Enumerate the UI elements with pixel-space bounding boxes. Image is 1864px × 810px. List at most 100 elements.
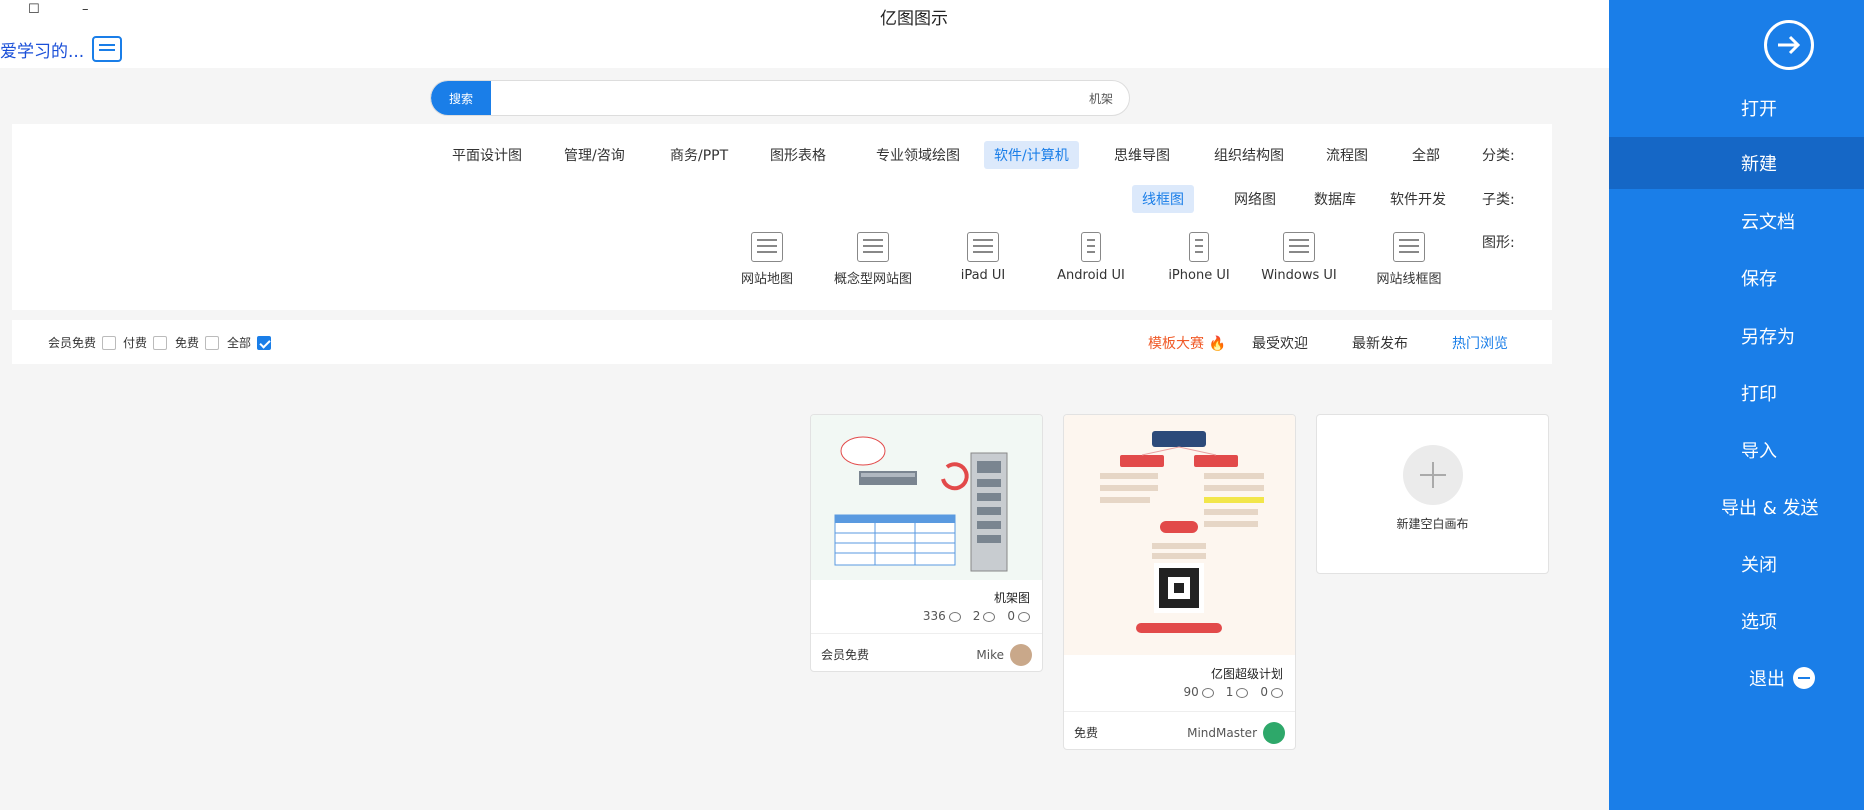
windows-ui-icon [1283, 232, 1315, 262]
filter-free-label: 免费 [175, 336, 200, 350]
shape-label-text: iPhone UI [1168, 268, 1230, 283]
sidebar-item-save-as[interactable]: 另存为 [1609, 310, 1864, 362]
filter-all[interactable]: 全部 [227, 334, 272, 351]
category-label: 分类: [1482, 148, 1515, 164]
minimize-button[interactable]: – [82, 2, 89, 17]
rack-diagram-preview-image [834, 436, 1008, 572]
sidebar-item-new[interactable]: 新建 [1609, 137, 1864, 189]
template-footer: MindMaster 免费 [1064, 711, 1295, 749]
search-button[interactable]: 搜索 [431, 81, 491, 115]
shape-label: 图形: [1482, 235, 1515, 251]
shape-concept-site[interactable]: 概念型网站图 [828, 232, 918, 287]
sidebar-item-print[interactable]: 打印 [1609, 367, 1864, 419]
shape-website-wireframe[interactable]: 网站线框图 [1364, 232, 1454, 287]
new-blank-canvas-card[interactable]: 新建空白画布 [1316, 414, 1549, 574]
shape-label-text: 网站线框图 [1376, 272, 1442, 287]
search-bar: 搜索 [430, 80, 1130, 116]
category-all[interactable]: 全部 [1402, 141, 1450, 169]
shape-windows-ui[interactable]: Windows UI [1254, 232, 1344, 283]
tab-contest-label: 模板大赛 [1148, 336, 1204, 352]
category-management[interactable]: 管理/咨询 [554, 141, 635, 169]
author-name: Mike [976, 648, 1004, 662]
iphone-icon [1189, 232, 1209, 262]
category-org-chart[interactable]: 组织结构图 [1204, 141, 1294, 169]
author-name: MindMaster [1187, 726, 1257, 740]
category-graphic-design[interactable]: 平面设计图 [442, 141, 532, 169]
author[interactable]: Mike [976, 644, 1032, 666]
filter-paid-checkbox[interactable] [153, 335, 168, 350]
avatar [1263, 722, 1285, 744]
filter-free[interactable]: 免费 [175, 334, 220, 351]
filter-member-free[interactable]: 会员免费 [48, 334, 117, 351]
sidebar: 打开 新建 云文档 保存 另存为 打印 导入 导出 & 发送 关闭 选项 退出 [1609, 0, 1864, 810]
subcategory-software-dev[interactable]: 软件开发 [1380, 185, 1456, 213]
tab-hot[interactable]: 热门浏览 [1452, 333, 1508, 353]
views-count: 90 [1183, 685, 1214, 699]
sidebar-item-import[interactable]: 导入 [1609, 424, 1864, 476]
user-name[interactable]: 爱学习的... [0, 37, 84, 62]
template-footer: Mike 会员免费 [811, 633, 1042, 671]
eye-icon [1201, 687, 1214, 698]
app-title: 亿图图示 [880, 9, 948, 29]
sidebar-item-options[interactable]: 选项 [1609, 595, 1864, 647]
sidebar-item-open[interactable]: 打开 [1609, 82, 1864, 134]
template-thumbnail [1064, 415, 1295, 655]
user-account[interactable]: 爱学习的... [0, 36, 123, 62]
filter-paid[interactable]: 付费 [123, 334, 168, 351]
fire-icon: 🔥 [1208, 336, 1226, 352]
shape-label-text: Android UI [1057, 268, 1125, 283]
filter-all-label: 全部 [227, 336, 252, 350]
maximize-button[interactable]: ☐ [28, 2, 40, 17]
category-software[interactable]: 软件/计算机 [984, 141, 1079, 169]
arrow-right-circle-icon[interactable] [1764, 20, 1814, 70]
tab-popular[interactable]: 最受欢迎 [1252, 333, 1308, 353]
minus-circle-icon [1793, 667, 1815, 689]
subcategory-network[interactable]: 网络图 [1224, 185, 1286, 213]
search-input[interactable] [491, 81, 1129, 115]
author[interactable]: MindMaster [1187, 722, 1285, 744]
category-mind-map[interactable]: 思维导图 [1104, 141, 1180, 169]
category-professional[interactable]: 专业领域绘图 [866, 141, 970, 169]
category-panel: 分类: 全部 流程图 组织结构图 思维导图 软件/计算机 专业领域绘图 图形表格… [12, 124, 1552, 310]
thumbs-up-icon [983, 611, 996, 622]
sidebar-item-exit[interactable]: 退出 [1609, 652, 1864, 704]
shape-label-text: 概念型网站图 [833, 272, 912, 287]
sidebar-item-cloud-docs[interactable]: 云文档 [1609, 195, 1864, 247]
tab-latest[interactable]: 最新发布 [1352, 333, 1408, 353]
subcategory-wireframe[interactable]: 线框图 [1132, 185, 1194, 213]
heart-icon [1271, 687, 1283, 698]
category-graphic-table[interactable]: 图形表格 [760, 141, 836, 169]
category-business-ppt[interactable]: 商务/PPT [660, 141, 738, 169]
template-title: 亿图超级计划 [1210, 667, 1283, 681]
shape-android-ui[interactable]: Android UI [1046, 232, 1136, 283]
views-count: 336 [923, 609, 961, 623]
tab-contest[interactable]: 模板大赛 🔥 [1148, 333, 1226, 353]
shape-ipad-ui[interactable]: iPad UI [938, 232, 1028, 283]
website-wireframe-icon [1393, 232, 1425, 262]
filter-all-checkbox[interactable] [257, 335, 272, 350]
filter-bar: 热门浏览 最新发布 最受欢迎 模板大赛 🔥 全部 免费 付费 会员免费 [12, 320, 1552, 364]
thumbs-up-icon [1236, 687, 1249, 698]
plus-icon [1403, 445, 1463, 505]
sidebar-item-save[interactable]: 保存 [1609, 252, 1864, 304]
price-label: 免费 [1074, 726, 1099, 740]
template-card[interactable]: 机架图 336 2 0 Mike 会员免费 [810, 414, 1043, 672]
mind-map-preview-image [1100, 431, 1264, 633]
android-icon [1081, 232, 1101, 262]
shape-sitemap[interactable]: 网站地图 [722, 232, 812, 287]
template-card[interactable]: 亿图超级计划 90 1 0 MindMaster 免费 [1063, 414, 1296, 750]
subcategory-database[interactable]: 数据库 [1304, 185, 1366, 213]
filter-free-checkbox[interactable] [205, 335, 220, 350]
sidebar-item-close[interactable]: 关闭 [1609, 538, 1864, 590]
message-icon[interactable] [92, 36, 123, 62]
shape-label-text: iPad UI [960, 268, 1006, 283]
title-bar: ☐ – 亿图图示 爱学习的... [0, 0, 1609, 68]
template-stats: 90 1 0 [1183, 685, 1283, 699]
category-flowchart[interactable]: 流程图 [1316, 141, 1378, 169]
sidebar-item-export-send[interactable]: 导出 & 发送 [1609, 481, 1864, 533]
filter-member-free-checkbox[interactable] [102, 335, 117, 350]
likes-count: 1 [1226, 685, 1249, 699]
shape-iphone-ui[interactable]: iPhone UI [1154, 232, 1244, 283]
filter-paid-label: 付费 [123, 336, 148, 350]
avatar [1010, 644, 1032, 666]
